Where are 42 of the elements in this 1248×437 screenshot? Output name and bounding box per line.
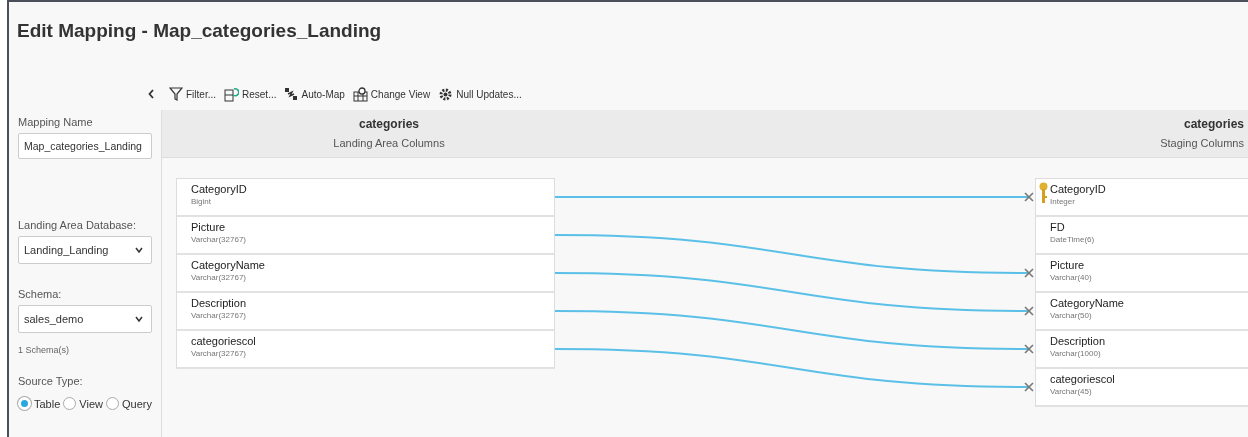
schema-count: 1 Schema(s) xyxy=(18,345,71,355)
field-label: Mapping Name xyxy=(18,116,94,128)
column-row[interactable]: CategoryID Integer xyxy=(1036,179,1248,217)
column-row[interactable]: FD DateTime(6) xyxy=(1036,217,1248,255)
window-title: Edit Mapping - Map_categories_Landing xyxy=(16,19,383,43)
column-row[interactable]: Description Varchar(1000) xyxy=(1036,331,1248,369)
column-row[interactable]: Description Varchar(32767) xyxy=(177,293,554,331)
column-row[interactable]: CategoryName Varchar(50) xyxy=(1036,293,1248,331)
column-row[interactable]: CategoryID Bigint xyxy=(177,179,554,217)
field-label: Schema: xyxy=(18,288,63,300)
radio-label: Query xyxy=(121,397,152,410)
toolbar-button[interactable]: Reset... xyxy=(224,86,277,102)
reset-icon xyxy=(224,86,239,102)
schema-dropdown[interactable]: sales_demo xyxy=(18,305,152,333)
radio-label: Table xyxy=(34,397,61,410)
table-subtitle: Landing Area Columns xyxy=(332,137,446,149)
radio-button[interactable] xyxy=(105,397,119,410)
auto-map-icon xyxy=(284,87,299,101)
gear-icon xyxy=(438,86,454,102)
grid-view-icon xyxy=(352,86,368,102)
column-row[interactable]: Picture Varchar(32767) xyxy=(177,217,554,255)
toolbar-button[interactable]: Change View xyxy=(352,86,431,102)
field-label: Landing Area Database: xyxy=(18,219,138,231)
database-dropdown[interactable]: Landing_Landing xyxy=(18,236,152,264)
toolbar-button[interactable]: Filter... xyxy=(169,87,216,101)
column-row[interactable]: CategoryName Varchar(32767) xyxy=(177,255,554,293)
table-name: categories xyxy=(1182,117,1244,131)
column-row[interactable]: categoriescol Varchar(45) xyxy=(1036,369,1248,407)
field-label: Source Type: xyxy=(18,375,84,387)
radio-button[interactable] xyxy=(63,397,77,410)
filter-icon xyxy=(169,87,183,101)
collapse-icon[interactable] xyxy=(148,89,155,99)
table-name: categories xyxy=(358,117,420,131)
toolbar-button[interactable]: Null Updates... xyxy=(438,86,522,102)
column-row[interactable]: Picture Varchar(40) xyxy=(1036,255,1248,293)
table-subtitle: Staging Columns xyxy=(1160,137,1244,149)
chevron-down-icon xyxy=(135,316,143,322)
mapping-name-field[interactable]: Map_categories_Landing xyxy=(18,133,152,159)
column-row[interactable]: categoriescol Varchar(32767) xyxy=(177,331,554,369)
toolbar-button[interactable]: Auto-Map xyxy=(284,87,345,101)
radio-label: View xyxy=(79,397,103,410)
chevron-down-icon xyxy=(135,247,143,253)
